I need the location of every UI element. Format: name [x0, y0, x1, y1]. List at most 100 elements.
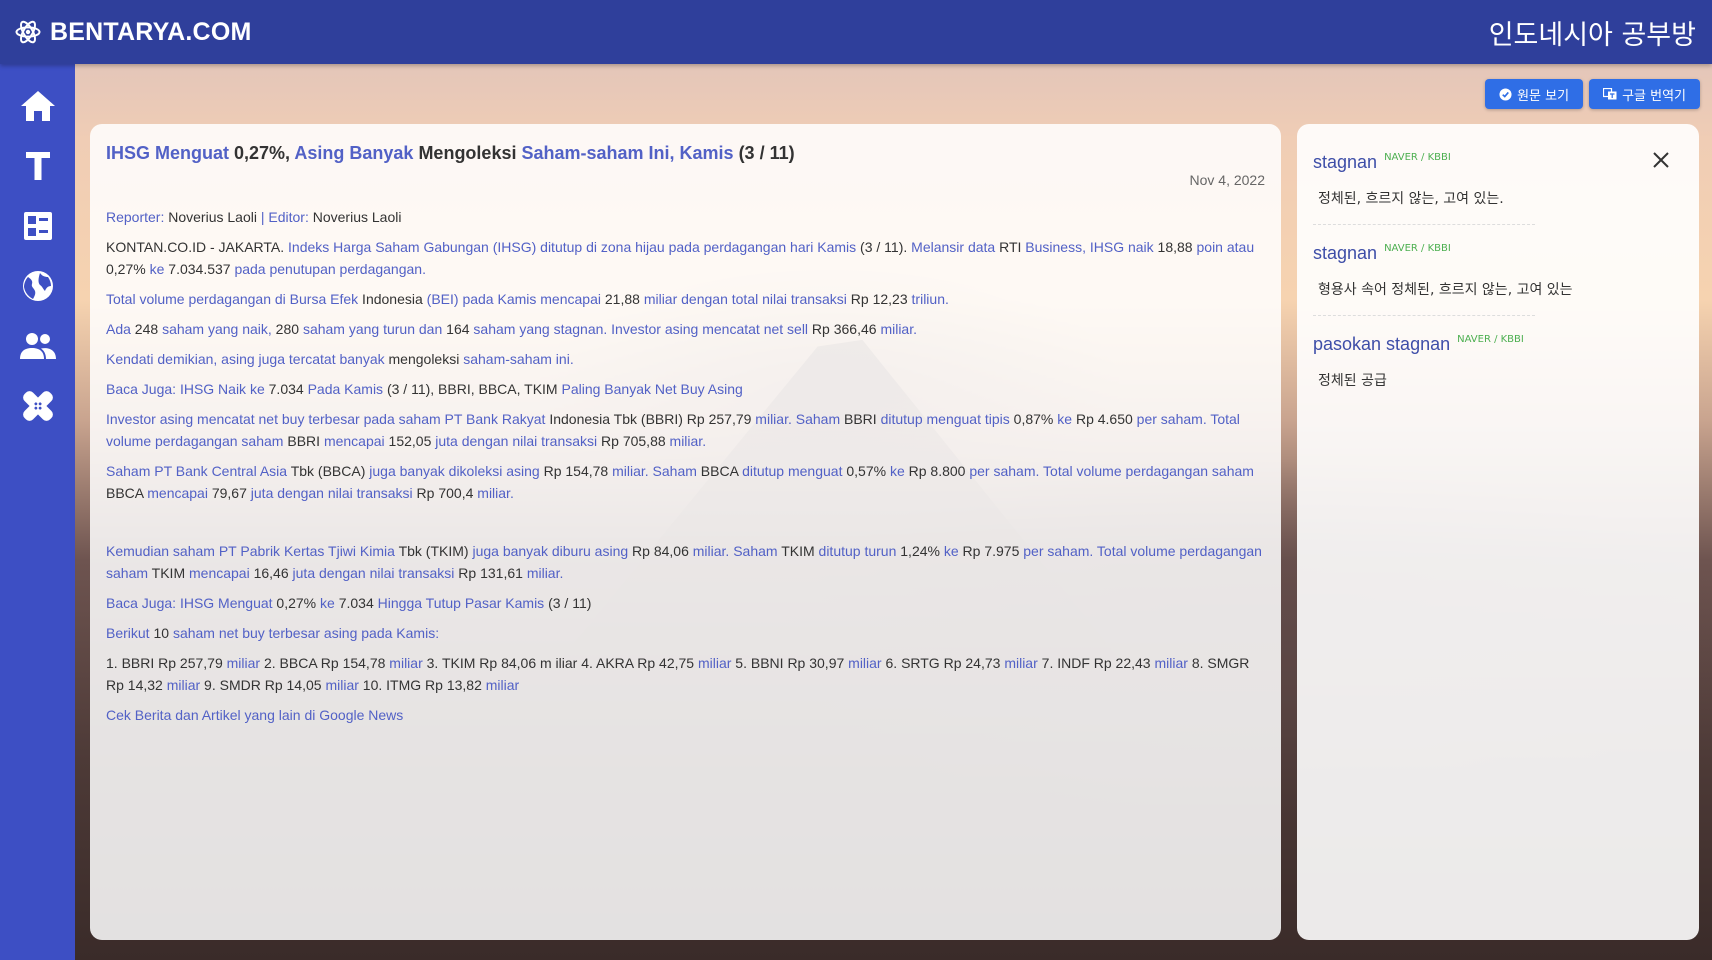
nav-home[interactable]: [18, 88, 58, 124]
dictionary-word[interactable]: miliar: [389, 655, 422, 671]
dictionary-word[interactable]: juga banyak dikoleksi asing: [369, 463, 539, 479]
dictionary-word[interactable]: ditutup turun: [819, 543, 897, 559]
dictionary-word[interactable]: Paling Banyak Net Buy Asing: [561, 381, 742, 397]
dictionary-word[interactable]: Baca Juga: IHSG Menguat: [106, 595, 273, 611]
dictionary-word[interactable]: miliar. Saham: [693, 543, 778, 559]
dictionary-word[interactable]: Baca Juga: IHSG Naik ke: [106, 381, 265, 397]
plain-text: 9. SMDR Rp 14,05: [200, 677, 326, 693]
dictionary-word[interactable]: IHSG Menguat: [106, 143, 229, 163]
dictionary-word[interactable]: mencapai: [189, 565, 250, 581]
dictionary-word[interactable]: ke: [320, 595, 335, 611]
dictionary-word[interactable]: juta dengan nilai transaksi: [251, 485, 413, 501]
dictionary-word[interactable]: saham yang naik,: [162, 321, 272, 337]
dictionary-word[interactable]: miliar: [1004, 655, 1037, 671]
close-dictionary-button[interactable]: [1649, 148, 1673, 172]
dictionary-word[interactable]: saham yang turun dan: [303, 321, 442, 337]
dictionary-word[interactable]: saham yang stagnan. Investor asing menca…: [473, 321, 808, 337]
nav-text[interactable]: [18, 148, 58, 184]
plain-text: Rp 700,4: [412, 485, 478, 501]
article-paragraph: 1. BBRI Rp 257,79 miliar 2. BBCA Rp 154,…: [106, 652, 1265, 696]
dictionary-word[interactable]: miliar.: [527, 565, 564, 581]
article-paragraph: Saham PT Bank Central Asia Tbk (BBCA) ju…: [106, 460, 1265, 504]
dictionary-word[interactable]: ke: [1057, 411, 1072, 427]
entry-word[interactable]: stagnan: [1313, 241, 1377, 265]
dictionary-word[interactable]: Pada Kamis: [308, 381, 383, 397]
dictionary-word[interactable]: Cek Berita dan Artikel yang lain di Goog…: [106, 707, 403, 723]
dictionary-word[interactable]: ke: [890, 463, 905, 479]
plain-text: Rp 705,88: [597, 433, 670, 449]
sidebar: [0, 64, 75, 960]
dictionary-word[interactable]: saham net buy terbesar asing pada Kamis:: [173, 625, 439, 641]
dictionary-word[interactable]: |: [261, 209, 265, 225]
bandage-icon: [22, 391, 53, 421]
entry-word[interactable]: pasokan stagnan: [1313, 332, 1450, 356]
plain-text: Rp 366,46: [808, 321, 881, 337]
nav-dashboard[interactable]: [18, 208, 58, 244]
dictionary-word[interactable]: Investor asing mencatat net buy terbesar…: [106, 411, 545, 427]
dictionary-word[interactable]: miliar. Saham: [755, 411, 840, 427]
dictionary-entries: stagnan NAVER / KBBI 정체된, 흐르지 않는, 고여 있는. st…: [1313, 150, 1683, 406]
entry-word[interactable]: stagnan: [1313, 150, 1377, 174]
dictionary-word[interactable]: Editor:: [268, 209, 308, 225]
dictionary-word[interactable]: miliar: [848, 655, 881, 671]
plain-text: 152,05: [384, 433, 436, 449]
dictionary-word[interactable]: juta dengan nilai transaksi: [293, 565, 455, 581]
article-byline: Reporter: Noverius Laoli | Editor: Nover…: [106, 206, 1265, 228]
dictionary-word[interactable]: miliar: [167, 677, 200, 693]
dictionary-word[interactable]: miliar: [1154, 655, 1187, 671]
dictionary-word[interactable]: miliar dengan total nilai transaksi: [644, 291, 847, 307]
plain-text: 0,27%: [272, 595, 321, 611]
dictionary-word[interactable]: mencapai: [147, 485, 208, 501]
dictionary-entry: pasokan stagnan NAVER / KBBI 정체된 공급: [1313, 332, 1535, 406]
dictionary-word[interactable]: juta dengan nilai transaksi: [435, 433, 597, 449]
plain-text: 0,87%: [1009, 411, 1058, 427]
dictionary-word[interactable]: ke: [944, 543, 959, 559]
dictionary-word[interactable]: ditutup menguat: [742, 463, 842, 479]
plain-text: KONTAN.CO.ID - JAKARTA.: [106, 239, 289, 255]
dictionary-word[interactable]: miliar: [227, 655, 260, 671]
dictionary-word[interactable]: Reporter:: [106, 209, 164, 225]
dictionary-word[interactable]: ke: [150, 261, 165, 277]
dictionary-word[interactable]: miliar.: [670, 433, 707, 449]
close-icon: [1653, 152, 1669, 168]
plain-text: (3 / 11): [733, 143, 795, 163]
dictionary-word[interactable]: Ada: [106, 321, 131, 337]
dictionary-word[interactable]: ditutup menguat tipis: [881, 411, 1010, 427]
dictionary-word[interactable]: per saham. Total volume perdagangan saha…: [969, 463, 1254, 479]
dictionary-word[interactable]: Berikut: [106, 625, 150, 641]
dictionary-word[interactable]: Business, IHSG naik: [1025, 239, 1153, 255]
dictionary-word[interactable]: triliun.: [912, 291, 949, 307]
dictionary-word[interactable]: Asing Banyak: [294, 143, 413, 163]
dictionary-word[interactable]: pada penutupan perdagangan.: [234, 261, 426, 277]
dictionary-word[interactable]: Melansir data: [911, 239, 995, 255]
dictionary-word[interactable]: Saham-saham Ini, Kamis: [521, 143, 733, 163]
dictionary-word[interactable]: miliar.: [880, 321, 917, 337]
dictionary-word[interactable]: mencapai: [324, 433, 385, 449]
top-bar: BENTARYA.COM 인도네시아 공부방: [0, 0, 1712, 64]
dictionary-word[interactable]: miliar: [325, 677, 358, 693]
dictionary-word[interactable]: miliar.: [477, 485, 514, 501]
nav-bandage[interactable]: [18, 388, 58, 424]
dictionary-word[interactable]: Total volume perdagangan di Bursa Efek: [106, 291, 358, 307]
text-icon: [25, 152, 50, 180]
brand-logo[interactable]: BENTARYA.COM: [14, 18, 252, 47]
dictionary-word[interactable]: saham-saham ini.: [463, 351, 574, 367]
dictionary-word[interactable]: miliar. Saham: [612, 463, 697, 479]
dictionary-word[interactable]: Indeks Harga Saham Gabungan (IHSG) ditut…: [288, 239, 856, 255]
dictionary-word[interactable]: juga banyak diburu asing: [472, 543, 628, 559]
google-translate-button[interactable]: 구글 번역기: [1589, 79, 1700, 109]
dictionary-word[interactable]: Kemudian saham PT Pabrik Kertas Tjiwi Ki…: [106, 543, 395, 559]
view-original-button[interactable]: 원문 보기: [1485, 79, 1584, 109]
plain-text: 7.034: [334, 595, 378, 611]
dictionary-word[interactable]: Kendati demikian, asing juga tercatat ba…: [106, 351, 385, 367]
plain-text: 3. TKIM Rp 84,06 m iliar 4. AKRA Rp 42,7…: [422, 655, 698, 671]
dictionary-word[interactable]: (BEI) pada Kamis mencapai: [427, 291, 601, 307]
dictionary-word[interactable]: Hingga Tutup Pasar Kamis: [378, 595, 545, 611]
dictionary-word[interactable]: miliar: [486, 677, 519, 693]
nav-people[interactable]: [18, 328, 58, 364]
nav-world[interactable]: [18, 268, 58, 304]
dictionary-word[interactable]: Saham PT Bank Central Asia: [106, 463, 287, 479]
dictionary-word[interactable]: poin atau: [1197, 239, 1255, 255]
dictionary-word[interactable]: miliar: [698, 655, 731, 671]
